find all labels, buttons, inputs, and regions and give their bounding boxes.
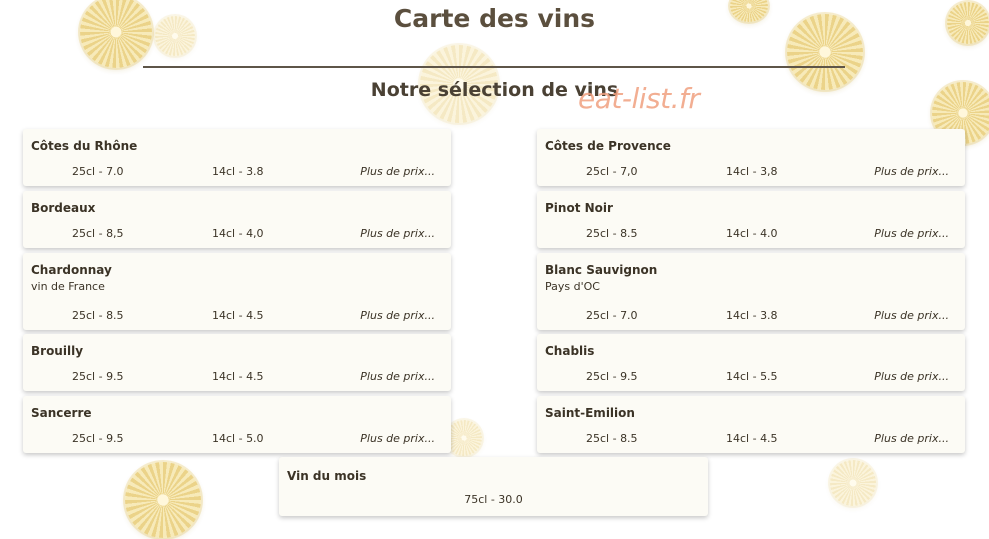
price-25cl: 25cl - 8,5 bbox=[72, 227, 124, 240]
sequin-decoration bbox=[446, 420, 482, 456]
price-25cl: 25cl - 8.5 bbox=[72, 309, 124, 322]
wine-name: Chardonnay bbox=[31, 263, 112, 277]
price-14cl: 14cl - 3,8 bbox=[726, 165, 778, 178]
more-prices-link[interactable]: Plus de prix... bbox=[874, 165, 949, 178]
price-14cl: 14cl - 4.5 bbox=[212, 370, 264, 383]
more-prices-link[interactable]: Plus de prix... bbox=[874, 227, 949, 240]
price-25cl: 25cl - 7.0 bbox=[586, 309, 638, 322]
wine-name: Côtes de Provence bbox=[545, 139, 671, 153]
price-14cl: 14cl - 4.5 bbox=[726, 432, 778, 445]
more-prices-link[interactable]: Plus de prix... bbox=[360, 309, 435, 322]
wine-of-month-title: Vin du mois bbox=[287, 469, 367, 483]
price-25cl: 25cl - 9.5 bbox=[72, 432, 124, 445]
sequin-decoration bbox=[830, 460, 876, 506]
price-25cl: 25cl - 9.5 bbox=[586, 370, 638, 383]
wine-card-bordeaux[interactable]: Bordeaux 25cl - 8,5 14cl - 4,0 Plus de p… bbox=[23, 191, 451, 248]
price-25cl: 25cl - 7.0 bbox=[72, 165, 124, 178]
more-prices-link[interactable]: Plus de prix... bbox=[874, 309, 949, 322]
price-14cl: 14cl - 4.0 bbox=[726, 227, 778, 240]
wine-name: Côtes du Rhône bbox=[31, 139, 138, 153]
more-prices-link[interactable]: Plus de prix... bbox=[360, 370, 435, 383]
watermark: eat-list.fr bbox=[578, 82, 700, 115]
section-subtitle: Notre sélection de vins bbox=[370, 79, 619, 101]
wine-of-month-price: 75cl - 30.0 bbox=[464, 493, 523, 506]
price-25cl: 25cl - 8.5 bbox=[586, 432, 638, 445]
more-prices-link[interactable]: Plus de prix... bbox=[874, 370, 949, 383]
wine-name: Pinot Noir bbox=[545, 201, 613, 215]
wine-name: Brouilly bbox=[31, 344, 84, 358]
sequin-decoration bbox=[125, 462, 201, 538]
price-25cl: 25cl - 8.5 bbox=[586, 227, 638, 240]
wine-card-cotes-de-provence[interactable]: Côtes de Provence 25cl - 7,0 14cl - 3,8 … bbox=[537, 129, 965, 186]
price-25cl: 25cl - 7,0 bbox=[586, 165, 638, 178]
page-title: Carte des vins bbox=[393, 4, 596, 33]
price-25cl: 25cl - 9.5 bbox=[72, 370, 124, 383]
wine-card-sancerre[interactable]: Sancerre 25cl - 9.5 14cl - 5.0 Plus de p… bbox=[23, 396, 451, 453]
wine-card-chardonnay[interactable]: Chardonnay vin de France 25cl - 8.5 14cl… bbox=[23, 253, 451, 330]
wine-name: Blanc Sauvignon bbox=[545, 263, 658, 277]
wine-card-cotes-du-rhone[interactable]: Côtes du Rhône 25cl - 7.0 14cl - 3.8 Plu… bbox=[23, 129, 451, 186]
wine-origin: vin de France bbox=[31, 280, 105, 293]
title-divider bbox=[143, 66, 845, 68]
more-prices-link[interactable]: Plus de prix... bbox=[874, 432, 949, 445]
wine-name: Chablis bbox=[545, 344, 595, 358]
wine-name: Saint-Emilion bbox=[545, 406, 635, 420]
more-prices-link[interactable]: Plus de prix... bbox=[360, 432, 435, 445]
more-prices-link[interactable]: Plus de prix... bbox=[360, 227, 435, 240]
price-14cl: 14cl - 5.0 bbox=[212, 432, 264, 445]
wine-of-month-card[interactable]: Vin du mois 75cl - 30.0 bbox=[279, 457, 708, 516]
wine-card-blanc-sauvignon[interactable]: Blanc Sauvignon Pays d'OC 25cl - 7.0 14c… bbox=[537, 253, 965, 330]
wine-card-pinot-noir[interactable]: Pinot Noir 25cl - 8.5 14cl - 4.0 Plus de… bbox=[537, 191, 965, 248]
wine-name: Bordeaux bbox=[31, 201, 96, 215]
wine-card-brouilly[interactable]: Brouilly 25cl - 9.5 14cl - 4.5 Plus de p… bbox=[23, 334, 451, 391]
more-prices-link[interactable]: Plus de prix... bbox=[360, 165, 435, 178]
price-14cl: 14cl - 5.5 bbox=[726, 370, 778, 383]
wine-card-chablis[interactable]: Chablis 25cl - 9.5 14cl - 5.5 Plus de pr… bbox=[537, 334, 965, 391]
price-14cl: 14cl - 4.5 bbox=[212, 309, 264, 322]
price-14cl: 14cl - 4,0 bbox=[212, 227, 264, 240]
wine-origin: Pays d'OC bbox=[545, 280, 600, 293]
price-14cl: 14cl - 3.8 bbox=[212, 165, 264, 178]
wine-name: Sancerre bbox=[31, 406, 92, 420]
price-14cl: 14cl - 3.8 bbox=[726, 309, 778, 322]
wine-card-saint-emilion[interactable]: Saint-Emilion 25cl - 8.5 14cl - 4.5 Plus… bbox=[537, 396, 965, 453]
